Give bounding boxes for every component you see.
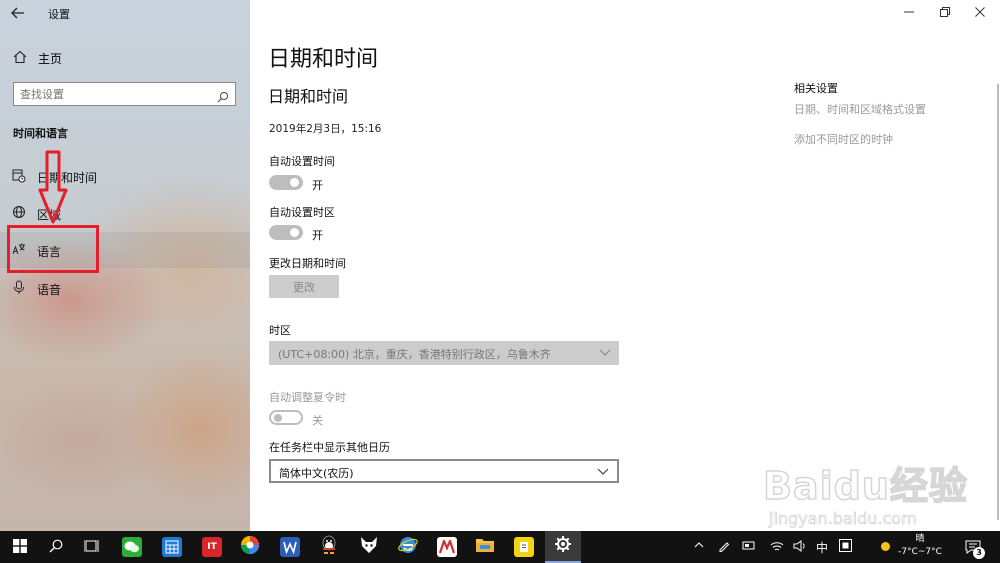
calculator-app-icon bbox=[162, 537, 182, 557]
taskbar-app-calculator[interactable] bbox=[154, 531, 190, 563]
taskbar: IT 中 bbox=[0, 531, 1000, 563]
weather-temperature: -7°C~7°C bbox=[898, 547, 942, 557]
notification-count-badge: 3 bbox=[973, 547, 985, 559]
timezone-value: (UTC+08:00) 北京，重庆，香港特别行政区，乌鲁木齐 bbox=[278, 348, 551, 361]
word-app-icon bbox=[280, 537, 300, 557]
chevron-down-icon bbox=[599, 346, 611, 358]
microphone-icon bbox=[12, 280, 26, 296]
calendar-label: 在任务栏中显示其他日历 bbox=[269, 441, 390, 454]
sidebar-item-label: 语音 bbox=[37, 283, 62, 297]
pen-tray-icon[interactable] bbox=[718, 540, 730, 555]
dst-label: 自动调整夏令时 bbox=[269, 391, 346, 404]
taskbar-app-explorer[interactable] bbox=[467, 531, 503, 563]
settings-sidebar: 设置 主页 时间和语言 日期和时间 区域 语言 语音 bbox=[0, 0, 250, 531]
auto-timezone-label: 自动设置时区 bbox=[269, 206, 335, 219]
timezone-select[interactable]: (UTC+08:00) 北京，重庆，香港特别行政区，乌鲁木齐 bbox=[269, 341, 619, 365]
auto-time-toggle[interactable] bbox=[269, 175, 303, 190]
chevron-down-icon bbox=[597, 465, 609, 477]
watermark-logo: Baidu经验 bbox=[762, 463, 968, 509]
change-datetime-label: 更改日期和时间 bbox=[269, 257, 346, 270]
device-tray-icon[interactable] bbox=[742, 541, 756, 554]
current-datetime: 2019年2月3日，15:16 bbox=[269, 123, 382, 135]
taskbar-search-button[interactable] bbox=[38, 531, 74, 563]
taskbar-app-it[interactable]: IT bbox=[194, 531, 230, 563]
related-settings-title: 相关设置 bbox=[794, 82, 838, 95]
search-field[interactable] bbox=[13, 82, 236, 106]
wechat-icon bbox=[122, 537, 142, 557]
annotation-highlight-box bbox=[7, 225, 99, 273]
add-clocks-link[interactable]: 添加不同时区的时钟 bbox=[794, 131, 893, 147]
calendar-value: 简体中文(农历) bbox=[279, 467, 354, 480]
timezone-label: 时区 bbox=[269, 324, 291, 337]
taskbar-app-fox[interactable] bbox=[351, 531, 387, 563]
settings-main-pane: 日期和时间 日期和时间 2019年2月3日，15:16 自动设置时间 开 自动设… bbox=[250, 0, 1000, 531]
taskbar-app-qq[interactable] bbox=[311, 531, 347, 563]
taskbar-app-colorwheel[interactable] bbox=[232, 531, 268, 563]
taskbar-app-wechat[interactable] bbox=[114, 531, 150, 563]
back-arrow-icon[interactable] bbox=[6, 2, 30, 24]
page-title: 日期和时间 bbox=[268, 47, 379, 72]
watermark-url: jingyan.baidu.com bbox=[769, 509, 917, 529]
taskbar-app-red[interactable] bbox=[429, 531, 465, 563]
dst-state: 关 bbox=[312, 414, 323, 427]
search-input[interactable] bbox=[20, 86, 210, 102]
taskbar-app-settings[interactable] bbox=[545, 531, 581, 563]
task-view-button[interactable] bbox=[74, 531, 110, 563]
notification-center-button[interactable]: 3 bbox=[963, 538, 987, 559]
qq-penguin-icon bbox=[320, 535, 338, 559]
taskbar-app-note[interactable] bbox=[506, 531, 542, 563]
globe-icon bbox=[12, 205, 26, 221]
start-icon bbox=[13, 538, 27, 557]
taskbar-app-ie[interactable] bbox=[390, 531, 426, 563]
it-app-icon: IT bbox=[202, 537, 222, 557]
search-icon bbox=[49, 538, 63, 557]
region-format-link[interactable]: 日期、时间和区域格式设置 bbox=[794, 101, 926, 117]
ie-browser-icon bbox=[398, 535, 418, 559]
ime-mode-icon[interactable] bbox=[839, 539, 852, 555]
calendar-clock-icon bbox=[12, 168, 26, 184]
fox-app-icon bbox=[359, 536, 379, 558]
minimize-icon bbox=[904, 6, 914, 20]
file-explorer-icon bbox=[475, 536, 495, 558]
calendar-select[interactable]: 简体中文(农历) bbox=[269, 459, 619, 483]
auto-timezone-toggle[interactable] bbox=[269, 225, 303, 240]
taskbar-app-word[interactable] bbox=[272, 531, 308, 563]
wifi-icon[interactable] bbox=[770, 540, 784, 555]
close-icon bbox=[975, 6, 985, 20]
home-nav-item[interactable]: 主页 bbox=[0, 44, 250, 70]
annotation-arrow bbox=[38, 150, 68, 224]
section-heading: 日期和时间 bbox=[268, 87, 349, 106]
note-app-icon bbox=[514, 537, 534, 557]
volume-icon[interactable] bbox=[793, 540, 807, 555]
home-icon bbox=[13, 49, 27, 64]
weather-condition: 晴 bbox=[915, 534, 925, 544]
auto-timezone-state: 开 bbox=[312, 229, 323, 242]
restore-button[interactable] bbox=[934, 3, 956, 23]
color-wheel-app-icon bbox=[240, 535, 260, 559]
search-icon[interactable] bbox=[217, 88, 229, 103]
start-button[interactable] bbox=[2, 531, 38, 563]
weather-sun-icon[interactable] bbox=[880, 541, 891, 555]
weather-widget[interactable]: 晴 -7°C~7°C bbox=[895, 533, 945, 559]
window-title: 设置 bbox=[48, 8, 70, 21]
baidu-watermark: Baidu经验 jingyan.baidu.com bbox=[762, 455, 998, 530]
tray-overflow-chevron-icon[interactable] bbox=[694, 540, 704, 553]
auto-time-state: 开 bbox=[312, 179, 323, 192]
task-view-icon bbox=[83, 538, 100, 557]
sidebar-section-title: 时间和语言 bbox=[13, 127, 68, 140]
minimize-button[interactable] bbox=[898, 3, 920, 23]
home-label: 主页 bbox=[38, 52, 63, 66]
ime-indicator[interactable]: 中 bbox=[816, 539, 828, 556]
red-app-icon bbox=[437, 537, 457, 557]
auto-time-label: 自动设置时间 bbox=[269, 155, 335, 168]
close-button[interactable] bbox=[969, 3, 991, 23]
change-datetime-button[interactable]: 更改 bbox=[269, 275, 339, 298]
settings-gear-icon bbox=[554, 535, 572, 557]
sidebar-item-speech[interactable]: 语音 bbox=[0, 270, 250, 306]
restore-icon bbox=[940, 6, 950, 20]
dst-toggle[interactable] bbox=[269, 410, 303, 425]
